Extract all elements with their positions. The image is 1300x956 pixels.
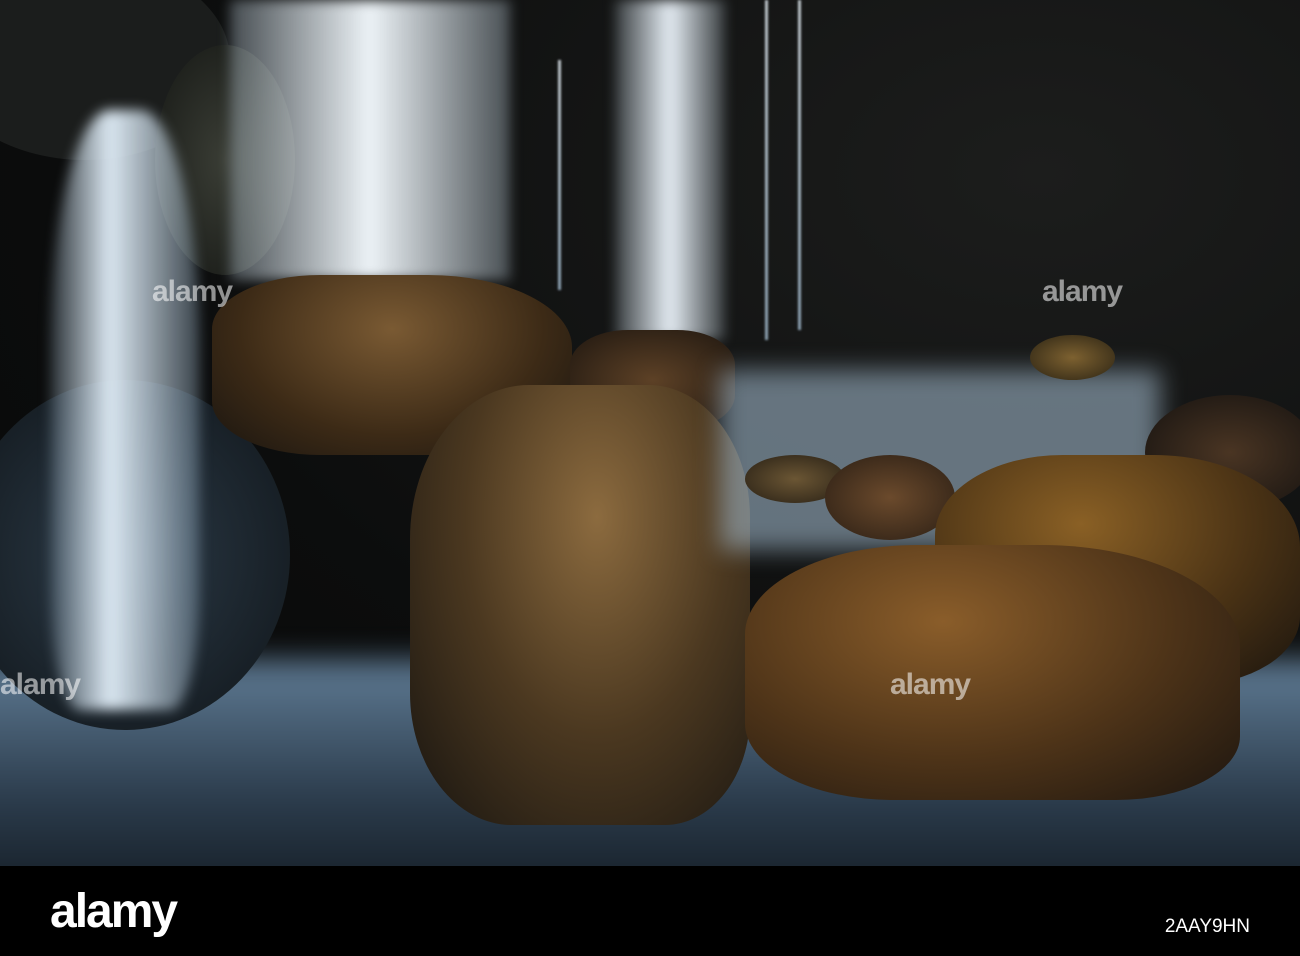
waterfall-top xyxy=(230,0,510,280)
rock xyxy=(410,385,750,825)
water-strand xyxy=(798,0,801,330)
water-strand xyxy=(558,60,561,290)
image-id: 2AAY9HN xyxy=(1164,916,1250,937)
rock xyxy=(745,545,1240,800)
rock xyxy=(1030,335,1115,380)
water-strand xyxy=(765,0,768,340)
waterfall-left xyxy=(50,110,200,710)
watermark: alamy xyxy=(1042,275,1123,308)
waterfall-photo: alamy alamy alamy alamy xyxy=(0,0,1300,866)
stock-photo: alamy alamy alamy alamy alamy 2AAY9HN xyxy=(0,0,1300,956)
watermark: alamy xyxy=(0,668,81,701)
waterfall-center xyxy=(615,0,725,340)
footer-bar: alamy 2AAY9HN xyxy=(0,866,1300,956)
alamy-logo: alamy xyxy=(50,885,178,938)
watermark: alamy xyxy=(152,275,233,308)
watermark: alamy xyxy=(890,668,971,701)
